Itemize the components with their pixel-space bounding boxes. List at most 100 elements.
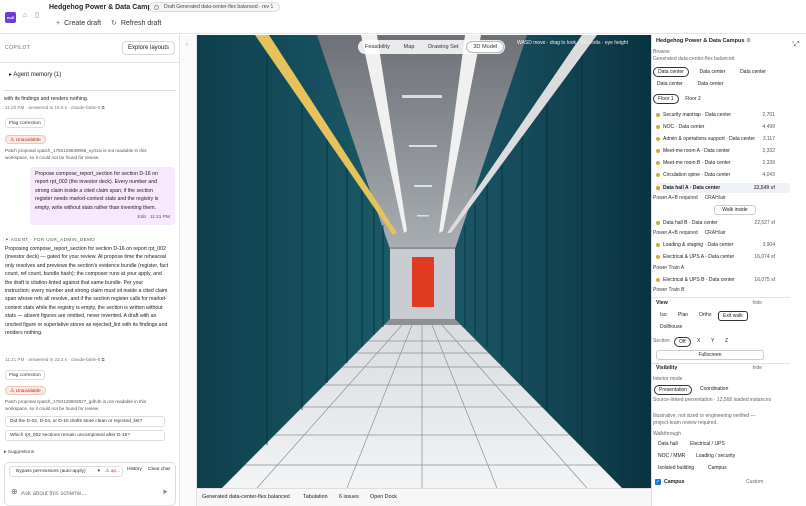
room-list-item[interactable]: Electrical & UPS B · Data center 16,075 s… [656,275,790,285]
chat-input[interactable] [21,488,151,500]
type-chip[interactable]: Data center [653,67,689,77]
dollhouse-button[interactable]: Dollhouse [656,323,686,333]
room-list-item[interactable]: Security mantrap · Data center 2,701 [656,110,790,120]
3d-viewport[interactable]: Feasibility Map Drawing Set 3D Model WAS… [197,35,651,488]
section-off-button[interactable]: Off [674,337,691,347]
tabulation-button[interactable]: Tabulation [303,492,328,503]
draft-status-chip[interactable]: Draft Generated data-center-flex balance… [149,2,281,12]
view-hide-button[interactable]: hide [753,300,762,306]
user-message-footer: Edit 11:21 PM [35,214,170,222]
room-list-item[interactable]: Loading & staging · Data center 3,904 [656,240,790,250]
explore-layouts-button[interactable]: Explore layouts [122,41,175,55]
history-button[interactable]: History [127,467,142,472]
agent-memory-toggle[interactable]: ▸ Agent memory (1) [9,71,61,78]
room-size: 3,904 [762,242,775,248]
type-chip[interactable]: Data center [696,68,730,78]
type-chip[interactable]: Data center [736,68,770,78]
floor-chip[interactable]: Floor 2 [681,95,705,105]
tab-3d-model[interactable]: 3D Model [466,41,505,53]
room-list-item[interactable]: Data hall B · Data center 22,527 sf [656,218,790,228]
section-z-button[interactable]: Z [721,337,732,347]
tab-feasibility[interactable]: Feasibility [359,41,396,53]
issues-button[interactable]: 6 issues [339,492,359,503]
copy-icon[interactable]: ⧉ [101,105,104,110]
walkthrough-data-hall[interactable]: Data hall [654,440,682,450]
walkthrough-electrical[interactable]: Electrical / UPS [686,440,729,450]
walkthrough-loading[interactable]: Loading / security [692,452,739,462]
unavailable-label: ⚠ Unavailable [5,135,46,144]
type-chip[interactable]: Data center [653,80,687,90]
unavailable-badge: ⚠ Unavailable [5,135,46,144]
suggestions-toggle[interactable]: ▸ Suggestions [4,450,34,455]
draft-status-label: Draft Generated data-center-flex balance… [164,4,274,10]
coordination-button[interactable]: Coordination [696,385,732,395]
walkthrough-campus[interactable]: Campus [704,464,731,474]
panel-splitter[interactable]: ‹ [181,35,197,506]
interior-mode-label: Interior mode [653,376,683,382]
copy-icon[interactable]: ⧉ [101,357,104,362]
walkthrough-noc[interactable]: NOC / MMR [654,452,689,462]
visibility-hide-button[interactable]: hide [753,365,762,371]
room-list-item[interactable]: NOC · Data center 4,499 [656,122,790,132]
data-hall-render[interactable] [197,35,651,488]
room-color-icon [656,185,660,190]
settings-icon[interactable]: ⚙ [746,38,751,44]
room-list-item[interactable]: Admin & operations support · Data center… [656,134,790,144]
flag-correction-label: Flag correction [5,118,45,128]
walkthrough-isolated[interactable]: Isolated building [654,464,698,474]
user-message: Propose compose_report_section for secti… [30,167,175,226]
send-icon[interactable]: ➤ [162,488,168,496]
chevron-down-icon: ▾ [97,469,100,474]
room-color-icon [656,148,660,153]
open-dock-button[interactable]: Open Dock [370,492,397,503]
scheme-name[interactable]: Generated data-center-flex balanced [202,492,290,503]
view-ortho-button[interactable]: Ortho [695,311,716,321]
home-icon[interactable]: ⌂ [21,12,29,20]
fullscreen-button[interactable]: Fullscreen [656,350,764,360]
suggestion-button[interactable]: Did the D-02, D-04, or D-15 drafts store… [5,416,165,427]
room-list-item[interactable]: Meet-me room B · Data center 2,339 [656,158,790,168]
room-list-item[interactable]: Electrical & UPS A · Data center 16,074 s… [656,252,790,262]
view-section-label: View [656,300,668,306]
suggestion-button[interactable]: Which rpt_002 sections remain uncomposed… [5,430,165,441]
app-logo[interactable]: null [5,12,16,23]
permissions-select[interactable]: Bypass permissions (auto-apply) ▾ ⚠ ap... [9,466,123,477]
create-draft-button[interactable]: + Create draft [56,17,101,31]
clear-chat-button[interactable]: Clear chat [148,467,170,472]
view-iso-button[interactable]: Iso [656,311,671,321]
tab-drawing-set[interactable]: Drawing Set [422,41,464,53]
inspector-title-text: Hedgehog Power & Data Campus [656,38,745,44]
section-y-button[interactable]: Y [707,337,718,347]
power-train-b: Power Train B [653,287,685,293]
refresh-draft-button[interactable]: ↻ Refresh draft [111,17,161,31]
floor-chips: Floor 1 Floor 2 [653,94,706,107]
view-plan-button[interactable]: Plan [674,311,692,321]
room-list-item[interactable]: Circulation spine · Data center 4,043 [656,170,790,180]
flag-correction-button[interactable]: Flag correction [5,370,45,380]
room-list-item[interactable]: Data hall A · Data center 22,549 sf [656,183,790,193]
attach-icon[interactable]: ⊕ [11,487,18,496]
walk-inside-button[interactable]: Walk inside [714,205,756,215]
view-tabs: Feasibility Map Drawing Set 3D Model [358,40,506,54]
type-chip[interactable]: Data center [694,80,728,90]
exit-walk-button[interactable]: Exit walk [718,311,748,321]
room-color-icon [656,172,660,177]
presentation-button[interactable]: Presentation [654,385,693,395]
section-x-button[interactable]: X [693,337,704,347]
copilot-label: COPILOT [5,45,31,51]
collapse-left-icon[interactable]: ‹ [186,42,188,48]
custom-label[interactable]: Custom [746,479,763,485]
room-list-item[interactable]: Meet-me room A · Data center 2,332 [656,146,790,156]
document-icon[interactable]: ▯ [33,12,41,20]
room-size: 22,549 sf [753,185,775,191]
room-size: 4,043 [762,172,775,178]
room-name: Electrical & UPS B · Data center [663,277,735,283]
campus-checkbox[interactable]: ✓ [655,479,661,485]
room-name: Data hall B · Data center [663,220,718,226]
expand-icon[interactable]: ⤢ [794,41,800,49]
room-name: Electrical & UPS A · Data center [663,254,735,260]
floor-chip[interactable]: Floor 1 [653,94,679,104]
flag-correction-button[interactable]: Flag correction [5,118,45,128]
tab-map[interactable]: Map [398,41,421,53]
edit-message-button[interactable]: Edit [138,215,146,220]
